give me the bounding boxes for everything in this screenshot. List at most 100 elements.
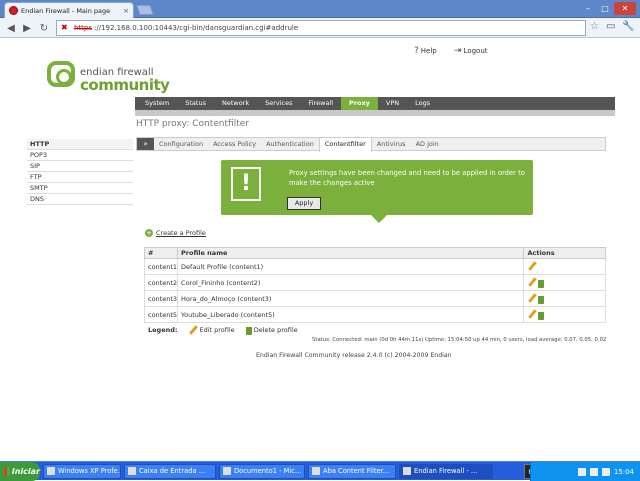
tabs-arrow-icon[interactable]: » xyxy=(137,138,154,150)
browser-tab[interactable]: Endian Firewall - Main page × xyxy=(4,2,134,18)
menu-item-status[interactable]: Status xyxy=(177,97,214,110)
taskbar-item-label: Windows XP Profe... xyxy=(58,467,121,475)
help-link[interactable]: ? Help xyxy=(414,46,437,56)
tray-icon[interactable] xyxy=(577,467,586,476)
menu-item-vpn[interactable]: VPN xyxy=(378,97,407,110)
app-icon xyxy=(128,467,136,475)
profile-actions xyxy=(523,274,606,291)
tray-icon[interactable] xyxy=(589,467,598,476)
trash-icon[interactable] xyxy=(538,295,545,304)
windows-taskbar: Iniciar Windows XP Profe... Caixa de Entr… xyxy=(0,461,640,481)
warning-icon: ! xyxy=(231,167,261,201)
sidebar-item-dns[interactable]: DNS xyxy=(27,194,133,205)
edit-icon[interactable] xyxy=(527,293,537,303)
profile-name: Hora_do_Almoço (content3) xyxy=(177,290,525,307)
sidebar-item-http[interactable]: HTTP xyxy=(27,139,133,150)
sidebar-item-ftp[interactable]: FTP xyxy=(27,172,133,183)
address-bar[interactable]: ✖ https ://192.168.0.100:10443/cgi-bin/d… xyxy=(56,20,586,36)
profile-name: Corol_Fininho (content2) xyxy=(177,274,525,291)
taskbar-item[interactable]: Endian Firewall - ... xyxy=(399,463,493,479)
edit-icon[interactable] xyxy=(527,309,537,319)
legend-delete-label: Delete profile xyxy=(253,326,298,334)
profile-id: content2 xyxy=(143,274,179,291)
submenu-bar xyxy=(135,110,615,116)
trash-icon xyxy=(245,327,252,335)
profile-id: content1 xyxy=(143,258,179,275)
windows-logo-icon xyxy=(4,466,10,476)
tab-access-policy[interactable]: Access Policy xyxy=(208,138,261,150)
status-line: Status: Connected: main (0d 0h 44m 11s) … xyxy=(312,337,607,343)
browser-titlebar: Endian Firewall - Main page × – □ ✕ xyxy=(0,0,640,18)
legend-edit-label: Edit profile xyxy=(199,326,235,334)
minimize-button[interactable]: – xyxy=(580,2,596,15)
tab-contentfilter[interactable]: Contentfilter xyxy=(318,138,372,152)
column-header: Profile name xyxy=(177,247,525,259)
maximize-button[interactable]: □ xyxy=(597,2,613,15)
trash-icon[interactable] xyxy=(538,279,545,288)
app-icon xyxy=(403,467,411,475)
help-icon: ? xyxy=(414,46,419,56)
column-header: # xyxy=(143,247,179,259)
app-icon xyxy=(312,467,320,475)
create-profile-link[interactable]: + Create a Profile xyxy=(145,229,206,237)
menu-item-services[interactable]: Services xyxy=(257,97,300,110)
trash-icon[interactable] xyxy=(538,311,545,320)
page-menu-icon[interactable]: ▭ xyxy=(606,21,615,32)
start-button[interactable]: Iniciar xyxy=(0,461,40,481)
footer-text: Endian Firewall Community release 2.4.0 … xyxy=(256,352,452,359)
start-label: Iniciar xyxy=(11,466,40,476)
taskbar-item[interactable]: Caixa de Entrada ... xyxy=(124,463,216,479)
taskbar-item-label: Caixa de Entrada ... xyxy=(139,467,206,475)
profile-id: content3 xyxy=(143,290,179,307)
url-scheme: https xyxy=(74,24,93,32)
menu-item-firewall[interactable]: Firewall xyxy=(301,97,342,110)
wrench-icon[interactable]: 🔧 xyxy=(622,21,634,32)
table-row: content1 Default Profile (content1) xyxy=(143,258,606,275)
new-tab-button[interactable] xyxy=(136,5,154,15)
reload-button[interactable]: ↻ xyxy=(37,21,51,35)
profile-name: Youtube_Liberado (content5) xyxy=(177,306,525,323)
main-menu: System Status Network Services Firewall Proxy… xyxy=(135,97,615,110)
clock: 15:04 xyxy=(613,467,634,476)
app-icon xyxy=(223,467,231,475)
profile-id: content5 xyxy=(143,306,179,323)
tray-icon[interactable] xyxy=(601,467,610,476)
tab-close-icon[interactable]: × xyxy=(123,7,129,15)
insecure-lock-icon[interactable]: ✖ xyxy=(61,23,71,33)
logout-link[interactable]: ⇥ Logout xyxy=(454,46,488,56)
apply-button[interactable]: Apply xyxy=(287,197,321,210)
taskbar-item[interactable]: Windows XP Profe... xyxy=(43,463,121,479)
back-button[interactable]: ◀ xyxy=(4,21,18,35)
taskbar-item[interactable]: Documento1 - Mic... xyxy=(219,463,305,479)
tab-configuration[interactable]: Configuration xyxy=(154,138,208,150)
forward-button[interactable]: ▶ xyxy=(20,21,34,35)
sidebar-item-sip[interactable]: SIP xyxy=(27,161,133,172)
apply-notice: ! Proxy settings have been changed and n… xyxy=(221,160,533,223)
edit-icon[interactable] xyxy=(527,277,537,287)
logout-icon: ⇥ xyxy=(454,46,462,56)
tab-ad-join[interactable]: AD join xyxy=(411,138,444,150)
sidebar-item-pop3[interactable]: POP3 xyxy=(27,150,133,161)
tab-antivirus[interactable]: Antivirus xyxy=(372,138,411,150)
edit-icon[interactable] xyxy=(527,261,537,271)
close-window-button[interactable]: ✕ xyxy=(614,2,636,15)
page-content: endian firewall community ? Help ⇥ Logou… xyxy=(0,39,640,461)
menu-item-proxy[interactable]: Proxy xyxy=(341,97,378,110)
sidebar-item-smtp[interactable]: SMTP xyxy=(27,183,133,194)
task-list: Windows XP Profe... Caixa de Entrada ... D… xyxy=(40,463,493,479)
menu-item-network[interactable]: Network xyxy=(214,97,257,110)
profile-actions xyxy=(523,306,606,323)
page-title: HTTP proxy: Contentfilter xyxy=(136,119,249,129)
bookmark-star-icon[interactable]: ☆ xyxy=(590,21,599,32)
taskbar-item[interactable]: Aba Content Filter... xyxy=(308,463,396,479)
tab-authentication[interactable]: Authentication xyxy=(261,138,319,150)
table-row: content3 Hora_do_Almoço (content3) xyxy=(143,290,606,307)
table-row: content5 Youtube_Liberado (content5) xyxy=(143,306,606,323)
menu-item-system[interactable]: System xyxy=(137,97,177,110)
profile-actions xyxy=(523,290,606,307)
profile-name: Default Profile (content1) xyxy=(177,258,525,275)
add-icon: + xyxy=(145,229,153,237)
profiles-table: # Profile name Actions content1 Default Pro… xyxy=(143,247,606,323)
menu-item-logs[interactable]: Logs xyxy=(407,97,438,110)
content-tabs: » Configuration Access Policy Authenticati… xyxy=(136,137,606,152)
